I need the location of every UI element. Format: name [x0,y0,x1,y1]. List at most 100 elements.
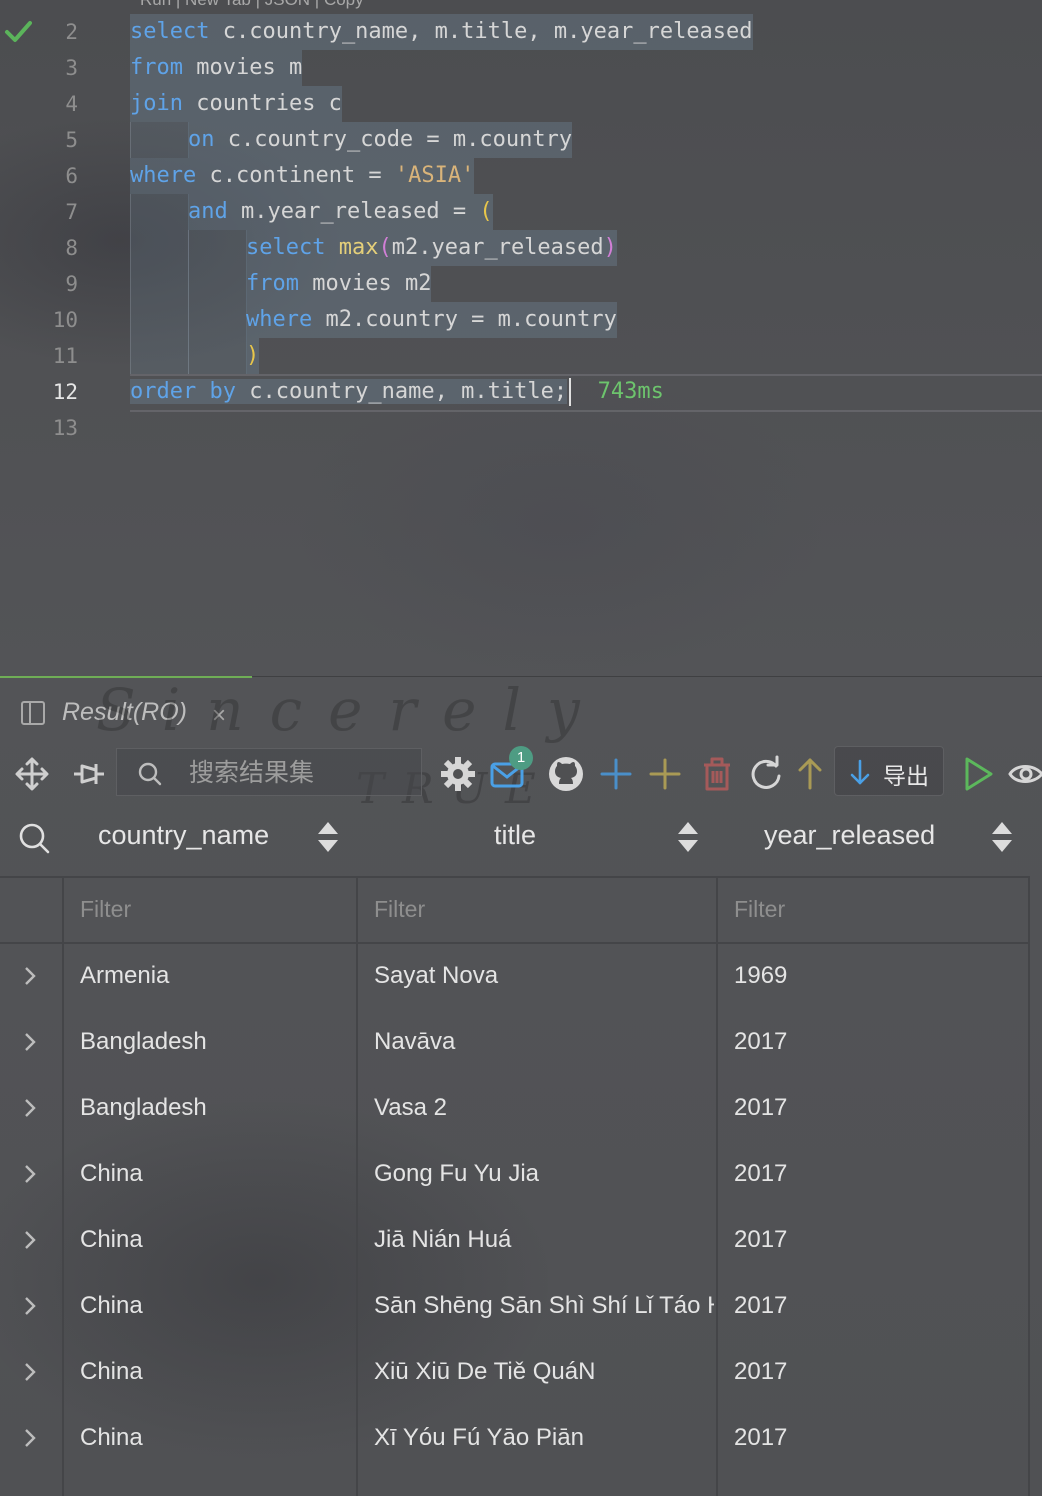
keyword: join [130,91,183,116]
sql-editor[interactable]: Run | New Tab | JSON | Copy 2 select c.c… [0,0,1042,676]
line-number: 12 [52,380,78,404]
chevron-right-icon[interactable] [22,1426,38,1450]
export-button[interactable]: 导出 [834,746,944,796]
cell-year-released: 2017 [734,1292,788,1319]
line-number: 9 [65,272,78,296]
delete-icon[interactable] [697,754,737,794]
cell-country-name: China [80,1226,143,1253]
cell-country-name: China [80,1424,143,1451]
line-number: 8 [65,236,78,260]
table-row[interactable]: China Gong Fu Yu Jia 2017 [0,1142,1030,1208]
code-text: countries c [196,91,342,116]
code-line[interactable]: 6 where c.continent = 'ASIA' [0,158,1042,194]
result-toolbar: 1 导出 [0,746,1042,802]
filter-country-name[interactable]: Filter [80,896,131,923]
indent-guide [130,338,189,374]
tab-label: Result(RO) [62,698,188,726]
add-icon[interactable] [645,754,685,794]
close-icon[interactable]: × [212,702,226,730]
refresh-icon[interactable] [746,754,786,794]
code-text: movies m [196,55,303,80]
add-row-icon[interactable] [596,754,636,794]
code-text: c.country_code = m.country [227,127,573,152]
chevron-right-icon[interactable] [22,1360,38,1384]
indent-guide [188,266,247,302]
notification-badge: 1 [509,746,533,770]
table-row[interactable]: China Xiū Xiū De Tiě QuáN 2017 [0,1340,1030,1406]
codelens-actions[interactable]: Run | New Tab | JSON | Copy [140,0,364,9]
paren: ) [603,235,617,260]
cell-title: Sayat Nova [374,962,499,989]
code-line[interactable]: 8 select max(m2.year_released) [0,230,1042,266]
settings-icon[interactable] [438,754,478,794]
column-header-title[interactable]: title [494,820,536,851]
tab-result[interactable]: Result(RO) × [0,676,252,746]
code-line[interactable]: 9 from movies m2 [0,266,1042,302]
cell-year-released: 2017 [734,1028,788,1055]
chevron-right-icon[interactable] [22,964,38,988]
export-icon [850,759,870,785]
table-row[interactable]: Bangladesh Vasa 2 2017 [0,1076,1030,1142]
eye-icon[interactable] [1008,754,1042,794]
table-row[interactable]: Bangladesh Navāva 2017 [0,1010,1030,1076]
keyword: from [246,271,299,296]
cell-country-name: China [80,1292,143,1319]
chevron-right-icon[interactable] [22,1096,38,1120]
cell-year-released: 2017 [734,1424,788,1451]
cell-title: Gong Fu Yu Jia [374,1160,539,1187]
code-line[interactable]: 2 select c.country_name, m.title, m.year… [0,14,1042,50]
code-line[interactable]: 5 on c.country_code = m.country [0,122,1042,158]
run-icon[interactable] [958,754,998,794]
result-search[interactable] [116,748,422,796]
search-input[interactable] [187,753,411,793]
cell-country-name: China [80,1358,143,1385]
code-text: movies m2 [312,271,432,296]
keyword: select [246,235,326,260]
sort-icon[interactable] [676,820,700,854]
line-number: 6 [65,164,78,188]
chevron-right-icon[interactable] [22,1228,38,1252]
code-line[interactable]: 3 from movies m [0,50,1042,86]
github-icon[interactable] [546,754,586,794]
table-row[interactable]: China Sān Shēng Sān Shì Shí Lǐ Táo H 201… [0,1274,1030,1340]
cell-country-name: Bangladesh [80,1028,207,1055]
table-row[interactable]: Armenia Sayat Nova 1969 [0,944,1030,1010]
search-icon[interactable] [18,822,50,854]
code-line[interactable]: 13 [0,410,1042,446]
pin-icon[interactable] [70,754,110,794]
cell-title: Xiū Xiū De Tiě QuáN [374,1358,596,1385]
line-number: 7 [65,200,78,224]
keyword: from [130,55,183,80]
chevron-right-icon[interactable] [22,1030,38,1054]
code-text: m.year_released = [241,199,480,224]
table-row[interactable]: China Xī Yóu Fú Yāo Piān 2017 [0,1406,1030,1472]
line-number: 13 [52,416,78,440]
paren: ) [246,343,260,368]
keyword: on [188,127,215,152]
sort-icon[interactable] [316,820,340,854]
line-number: 5 [65,128,78,152]
filter-title[interactable]: Filter [374,896,425,923]
move-icon[interactable] [12,754,52,794]
cell-year-released: 2017 [734,1094,788,1121]
string-literal: 'ASIA' [394,163,475,188]
code-line[interactable]: 4 join countries c [0,86,1042,122]
code-line-current[interactable]: 12 order by c.country_name, m.title; 743… [0,374,1042,410]
keyword: order by [130,379,236,404]
table-header: country_name title year_released [0,806,1042,870]
filter-year-released[interactable]: Filter [734,896,785,923]
code-line[interactable]: 7 and m.year_released = ( [0,194,1042,230]
sort-icon[interactable] [990,820,1014,854]
column-header-year-released[interactable]: year_released [764,820,935,851]
chevron-right-icon[interactable] [22,1294,38,1318]
code-line[interactable]: 10 where m2.country = m.country [0,302,1042,338]
table-row[interactable]: China Jiā Nián Huá 2017 [0,1208,1030,1274]
code-text: c.country_name, m.title; [249,379,568,404]
chevron-right-icon[interactable] [22,1162,38,1186]
column-header-country-name[interactable]: country_name [98,820,269,851]
cell-year-released: 1969 [734,962,788,989]
upload-icon[interactable] [790,754,830,794]
indent-guide [130,194,189,230]
code-line[interactable]: 11 ) [0,338,1042,374]
cell-title: Navāva [374,1028,456,1055]
